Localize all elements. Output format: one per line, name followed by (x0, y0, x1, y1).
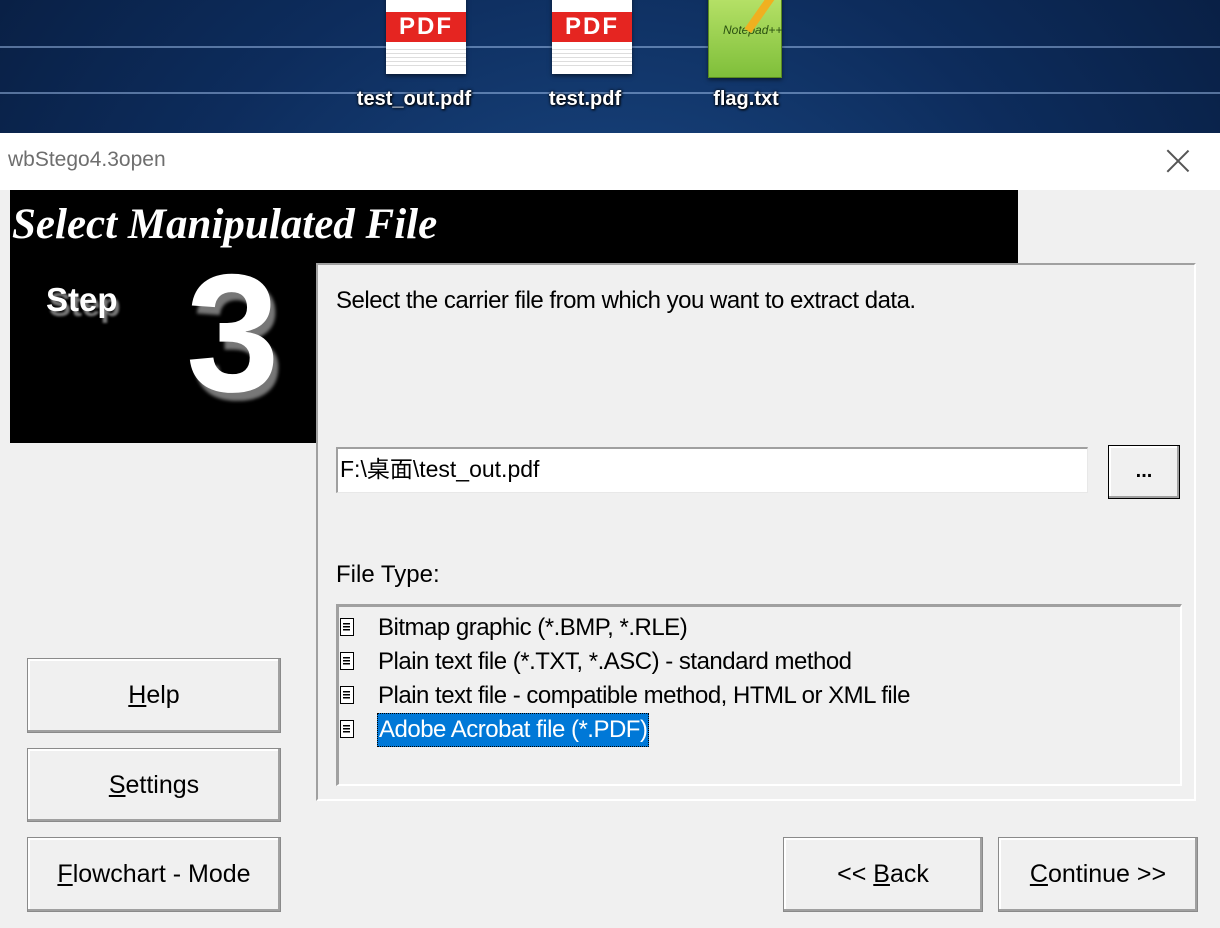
file-type-list[interactable]: Bitmap graphic (*.BMP, *.RLE) Plain text… (336, 604, 1182, 786)
wbstego-window: wbStego4.3open Select Manipulated File S… (0, 133, 1220, 928)
document-icon (340, 686, 354, 704)
step-number: 3 (186, 239, 280, 427)
desktop-icon-label: test_out.pdf (356, 88, 472, 110)
wizard-banner: Select Manipulated File (10, 190, 1018, 263)
flowchart-mode-button[interactable]: Flowchart - Mode (27, 837, 281, 912)
title-bar: wbStego4.3open (0, 133, 1220, 190)
file-type-label: File Type: (336, 561, 440, 588)
wizard-panel: Select the carrier file from which you w… (316, 263, 1196, 801)
step-label: Step (46, 281, 118, 318)
desktop-icon-label: test.pdf (548, 88, 622, 110)
notepad-plus-plus-icon: Notepad++ (708, 0, 782, 78)
window-title: wbStego4.3open (8, 148, 166, 171)
continue-button[interactable]: Continue >> (998, 837, 1198, 912)
desktop-icon-test-out-pdf[interactable]: PDF test_out.pdf (356, 0, 476, 125)
desktop-icon-test-pdf[interactable]: PDF test.pdf (522, 0, 642, 125)
help-button[interactable]: Help (27, 658, 281, 733)
desktop: PDF test_out.pdf PDF test.pdf Notepad++ … (0, 0, 1220, 133)
step-indicator: Step 3 (10, 249, 316, 443)
document-icon (340, 652, 354, 670)
pdf-file-icon: PDF (386, 0, 466, 74)
desktop-icon-flag-txt[interactable]: Notepad++ flag.txt (676, 0, 796, 125)
file-path-input[interactable]: F:\桌面\test_out.pdf (336, 447, 1088, 493)
pdf-file-icon: PDF (552, 0, 632, 74)
instruction-text: Select the carrier file from which you w… (336, 287, 916, 314)
settings-button[interactable]: Settings (27, 748, 281, 822)
back-button[interactable]: << Back (783, 837, 983, 912)
close-icon[interactable] (1158, 143, 1198, 179)
document-icon (340, 720, 354, 738)
document-icon (340, 618, 354, 636)
browse-button[interactable]: ... (1108, 445, 1180, 499)
desktop-icon-label: flag.txt (713, 88, 779, 110)
